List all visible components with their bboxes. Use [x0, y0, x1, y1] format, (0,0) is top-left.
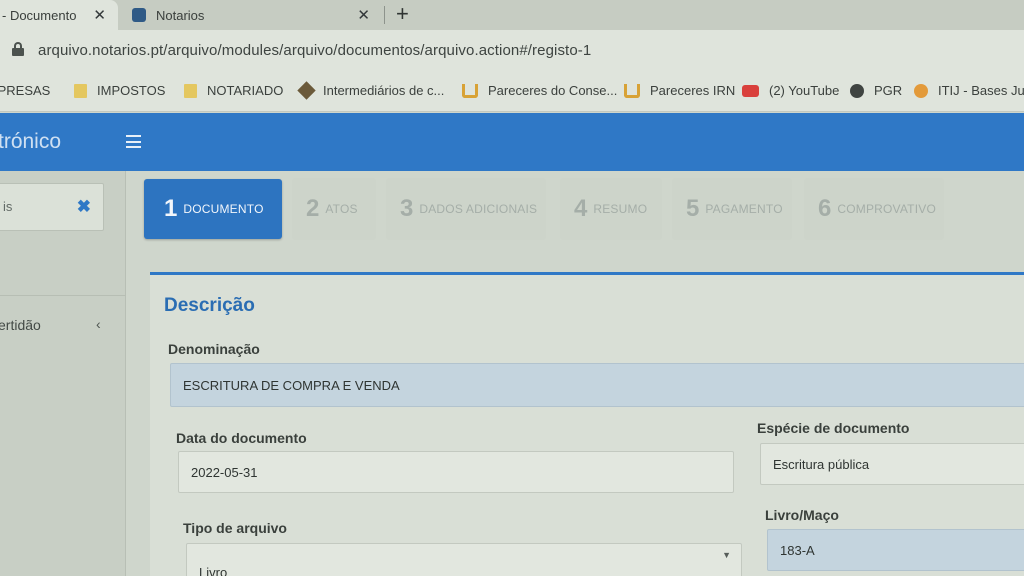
close-tab-icon[interactable]: ✕	[357, 6, 370, 24]
wizard-steps: 1 DOCUMENTO 2 ATOS 3 DADOS ADICIONAIS 4 …	[140, 178, 1024, 240]
url-text[interactable]: arquivo.notarios.pt/arquivo/modules/arqu…	[38, 42, 591, 59]
sidebar-search-input[interactable]: is ✖	[0, 183, 104, 231]
address-bar[interactable]: arquivo.notarios.pt/arquivo/modules/arqu…	[0, 30, 1024, 74]
step-label: DOCUMENTO	[183, 202, 264, 216]
step-atos[interactable]: 2 ATOS	[292, 178, 376, 240]
bookmarks-bar: IPRESAS IMPOSTOS NOTARIADO Intermediário…	[0, 74, 1024, 112]
browser-tab-strip: - Documento ✕ Notarios ✕ +	[0, 0, 1024, 30]
livro-maco-label: Livro/Maço	[765, 507, 839, 523]
step-dados-adicionais[interactable]: 3 DADOS ADICIONAIS	[386, 178, 546, 240]
livro-maco-value: 183-A	[780, 542, 815, 558]
tipo-arquivo-value: Livro	[199, 564, 228, 576]
step-resumo[interactable]: 4 RESUMO	[560, 178, 662, 240]
step-number: 6	[818, 195, 832, 222]
clear-search-icon[interactable]: ✖	[77, 197, 91, 217]
step-number: 4	[574, 195, 588, 222]
tipo-arquivo-label: Tipo de arquivo	[183, 520, 287, 536]
step-label: DADOS ADICIONAIS	[419, 202, 538, 216]
step-label: COMPROVATIVO	[837, 202, 936, 216]
new-tab-button[interactable]: +	[396, 0, 409, 30]
tab-title: - Documento	[2, 7, 77, 23]
site-icon	[297, 81, 316, 100]
descricao-panel: Descrição Denominação ESCRITURA DE COMPR…	[150, 272, 1024, 576]
denominacao-value: ESCRITURA DE COMPRA E VENDA	[183, 377, 400, 393]
bookmark-item[interactable]: Pareceres IRN	[624, 83, 735, 98]
step-number: 1	[164, 195, 178, 222]
tab-separator	[384, 6, 385, 24]
step-number: 3	[400, 195, 414, 222]
app-brand: trónico	[0, 130, 62, 153]
site-icon	[462, 83, 478, 98]
data-documento-field[interactable]: 2022-05-31	[178, 451, 734, 493]
step-number: 5	[686, 195, 700, 222]
denominacao-label: Denominação	[168, 341, 260, 357]
step-label: PAGAMENTO	[705, 202, 783, 216]
step-label: ATOS	[325, 202, 358, 216]
site-icon	[624, 83, 640, 98]
bookmark-item[interactable]: IPRESAS	[0, 83, 50, 98]
globe-icon	[850, 83, 864, 98]
livro-maco-field[interactable]: 183-A	[767, 529, 1024, 571]
bookmark-item[interactable]: IMPOSTOS	[74, 83, 165, 98]
notarios-favicon-icon	[132, 8, 146, 22]
menu-icon[interactable]	[126, 135, 141, 148]
app-header: trónico	[0, 113, 1024, 171]
bookmark-item[interactable]: Pareceres do Conse...	[462, 83, 617, 98]
tipo-arquivo-select[interactable]: Livro ▼	[186, 543, 742, 576]
step-number: 2	[306, 195, 320, 222]
data-documento-label: Data do documento	[176, 430, 307, 446]
step-label: RESUMO	[593, 202, 648, 216]
tab-notarios[interactable]: Notarios ✕	[122, 0, 384, 30]
chevron-left-icon[interactable]: ‹	[96, 316, 101, 332]
tab-documento[interactable]: - Documento ✕	[0, 0, 118, 30]
step-pagamento[interactable]: 5 PAGAMENTO	[672, 178, 792, 240]
site-icon	[914, 83, 928, 98]
especie-documento-value: Escritura pública	[773, 456, 870, 472]
step-comprovativo[interactable]: 6 COMPROVATIVO	[804, 178, 944, 240]
sidebar-divider	[0, 295, 126, 296]
bookmark-item[interactable]: Intermediários de c...	[297, 81, 444, 100]
folder-icon	[184, 83, 197, 98]
especie-documento-field[interactable]: Escritura pública	[760, 443, 1024, 485]
close-tab-icon[interactable]: ✕	[93, 6, 106, 24]
especie-documento-label: Espécie de documento	[757, 420, 910, 436]
youtube-icon	[742, 84, 759, 97]
folder-icon	[74, 83, 87, 98]
sidebar-item-certidao[interactable]: ertidão	[0, 317, 41, 333]
sidebar: is ✖ ertidão ‹	[0, 171, 126, 576]
denominacao-field[interactable]: ESCRITURA DE COMPRA E VENDA	[170, 363, 1024, 407]
data-documento-value: 2022-05-31	[191, 464, 258, 480]
step-documento[interactable]: 1 DOCUMENTO	[144, 179, 282, 239]
section-title: Descrição	[164, 295, 255, 316]
search-text: is	[3, 199, 13, 214]
lock-icon[interactable]	[12, 42, 24, 56]
bookmark-item[interactable]: NOTARIADO	[184, 83, 283, 98]
bookmark-item[interactable]: PGR	[850, 83, 902, 98]
dropdown-arrow-icon[interactable]: ▼	[722, 550, 731, 560]
tab-title: Notarios	[156, 7, 205, 23]
bookmark-item[interactable]: ITIJ - Bases Juríd	[914, 83, 1024, 98]
bookmark-item[interactable]: (2) YouTube	[742, 83, 839, 98]
